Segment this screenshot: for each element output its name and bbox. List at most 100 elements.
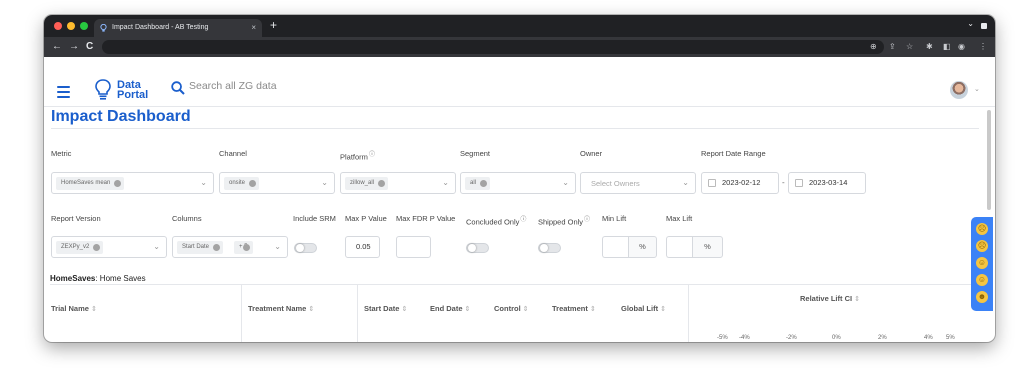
profile-icon[interactable]: ◉ xyxy=(958,41,965,53)
tab-close-icon[interactable]: × xyxy=(251,19,256,37)
minimize-window-button[interactable] xyxy=(67,22,75,30)
include-srm-label: Include SRM xyxy=(293,214,336,223)
sort-icon[interactable]: ⇕ xyxy=(660,306,666,313)
th-start-date-text: Start Date xyxy=(364,304,400,313)
th-trial-name[interactable]: Trial Name ⇕ xyxy=(51,304,97,313)
columns-label: Columns xyxy=(172,214,202,223)
channel-select[interactable]: onsite ⌄ xyxy=(219,172,335,194)
start-date-input[interactable]: 2023-02-12 xyxy=(701,172,779,194)
max-fdr-p-value-label: Max FDR P Value xyxy=(396,214,456,223)
chevron-down-icon: ⌄ xyxy=(153,242,160,251)
lightbulb-icon xyxy=(100,24,107,32)
calendar-icon xyxy=(708,179,716,187)
owner-label: Owner xyxy=(580,149,603,158)
max-p-value-input[interactable]: 0.05 xyxy=(345,236,380,258)
forward-button[interactable]: → xyxy=(69,40,79,54)
info-icon[interactable]: ⓘ xyxy=(520,217,526,223)
extensions-puzzle-icon[interactable]: ✱ xyxy=(926,41,933,53)
avatar[interactable] xyxy=(950,81,968,99)
tab-title: Impact Dashboard - AB Testing xyxy=(112,24,209,31)
owner-select[interactable]: Select Owners ⌄ xyxy=(580,172,696,194)
chevron-down-icon: ⌄ xyxy=(274,242,281,251)
info-icon[interactable]: ⓘ xyxy=(369,152,375,158)
th-treatment[interactable]: Treatment ⇕ xyxy=(552,304,596,313)
address-bar[interactable] xyxy=(102,40,884,54)
report-version-select[interactable]: ZEXPy_v2 ⌄ xyxy=(51,236,167,258)
face-neutral-icon[interactable]: ☺ xyxy=(976,257,988,269)
metric-key: HomeSaves xyxy=(50,274,96,283)
max-p-value-label: Max P Value xyxy=(345,214,387,223)
info-icon[interactable]: ⓘ xyxy=(584,217,590,223)
face-happy-icon[interactable]: ☺ xyxy=(976,274,988,286)
window-square-icon xyxy=(981,23,987,29)
segment-select[interactable]: all ⌄ xyxy=(460,172,576,194)
lightbulb-logo-icon xyxy=(95,79,111,100)
segment-label: Segment xyxy=(460,149,491,158)
share-icon[interactable]: ⇪ xyxy=(889,41,896,53)
feedback-widget[interactable]: ☹ ☹ ☺ ☺ ☻ xyxy=(971,217,993,311)
sort-icon[interactable]: ⇕ xyxy=(91,306,97,313)
platform-chip[interactable]: zillow_all xyxy=(345,177,389,190)
face-very-sad-icon[interactable]: ☹ xyxy=(976,223,988,235)
face-sad-icon[interactable]: ☹ xyxy=(976,240,988,252)
bookmark-star-icon[interactable]: ☆ xyxy=(906,41,913,53)
th-treatment-name[interactable]: Treatment Name ⇕ xyxy=(248,304,314,313)
metric-section-title: HomeSaves: Home Saves xyxy=(50,274,146,283)
th-control-text: Control xyxy=(494,304,521,313)
report-version-chip[interactable]: ZEXPy_v2 xyxy=(56,241,104,254)
chevron-down-icon: ⌄ xyxy=(562,178,569,187)
th-start-date[interactable]: Start Date ⇕ xyxy=(364,304,407,313)
kebab-menu-icon[interactable]: ⋮ xyxy=(979,41,987,53)
sort-icon[interactable]: ⇕ xyxy=(523,306,529,313)
th-relative-lift-ci[interactable]: Relative Lift CI ⇕ xyxy=(800,294,860,303)
segment-chip[interactable]: all xyxy=(465,177,491,190)
th-global-lift[interactable]: Global Lift ⇕ xyxy=(621,304,666,313)
end-date-input[interactable]: 2023-03-14 xyxy=(788,172,866,194)
metric-chip[interactable]: HomeSaves mean xyxy=(56,177,125,190)
app-logo[interactable]: Data Portal xyxy=(117,80,148,101)
columns-select[interactable]: Start Date + 5 ⌄ xyxy=(172,236,288,258)
browser-tab[interactable]: Impact Dashboard - AB Testing × xyxy=(94,19,262,37)
sort-icon[interactable]: ⇕ xyxy=(590,306,596,313)
min-lift-input[interactable] xyxy=(602,236,628,258)
close-window-button[interactable] xyxy=(54,22,62,30)
channel-chip[interactable]: onsite xyxy=(224,177,260,190)
back-button[interactable]: ← xyxy=(52,40,62,54)
platform-label-text: Platform xyxy=(340,152,368,162)
columns-chip[interactable]: Start Date xyxy=(177,241,224,254)
include-srm-toggle[interactable] xyxy=(294,243,317,253)
new-tab-button[interactable]: + xyxy=(270,18,277,32)
max-fdr-p-value-input[interactable] xyxy=(396,236,431,258)
th-control[interactable]: Control ⇕ xyxy=(494,304,529,313)
axis-tick: 4% xyxy=(924,335,933,341)
sort-icon[interactable]: ⇕ xyxy=(401,306,407,313)
side-panel-icon[interactable]: ◧ xyxy=(943,41,951,53)
search-icon xyxy=(171,81,185,95)
platform-select[interactable]: zillow_all ⌄ xyxy=(340,172,456,194)
sort-icon[interactable]: ⇕ xyxy=(854,296,860,303)
axis-tick: 0% xyxy=(832,335,841,341)
th-end-date[interactable]: End Date ⇕ xyxy=(430,304,470,313)
concluded-only-toggle[interactable] xyxy=(466,243,489,253)
end-date-value: 2023-03-14 xyxy=(809,178,848,187)
max-lift-input[interactable] xyxy=(666,236,692,258)
face-very-happy-icon[interactable]: ☻ xyxy=(976,291,988,303)
reload-button[interactable]: C xyxy=(86,40,93,54)
owner-placeholder: Select Owners xyxy=(591,179,640,188)
tab-bar: Impact Dashboard - AB Testing × + ⌄ xyxy=(44,15,995,37)
hamburger-menu-icon[interactable] xyxy=(57,86,70,101)
app-header: Data Portal ⌄ xyxy=(44,57,995,107)
metric-select[interactable]: HomeSaves mean ⌄ xyxy=(51,172,214,194)
global-search-input[interactable] xyxy=(189,80,389,92)
shipped-only-toggle[interactable] xyxy=(538,243,561,253)
scrollbar[interactable] xyxy=(987,110,991,210)
zoom-icon[interactable]: ⊕ xyxy=(870,41,877,53)
columns-more-chip[interactable]: + 5 xyxy=(234,241,253,254)
chevron-down-icon[interactable]: ⌄ xyxy=(974,85,980,93)
tab-list-button[interactable]: ⌄ xyxy=(967,19,974,28)
axis-tick: 5% xyxy=(946,335,955,341)
zoom-window-button[interactable] xyxy=(80,22,88,30)
chevron-down-icon: ⌄ xyxy=(442,178,449,187)
sort-icon[interactable]: ⇕ xyxy=(308,306,314,313)
sort-icon[interactable]: ⇕ xyxy=(465,306,471,313)
